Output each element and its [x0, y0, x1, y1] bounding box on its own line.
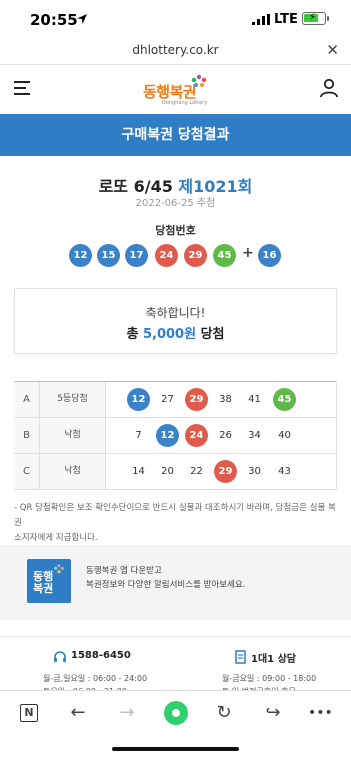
url-text[interactable]: dhlottery.co.kr: [0, 43, 351, 57]
app-promo-line: 동행복권 앱 다운받고: [86, 566, 162, 576]
divider: [0, 64, 351, 65]
more-icon[interactable]: •••: [308, 701, 333, 725]
network-type: LTE: [274, 12, 298, 27]
menu-icon[interactable]: [14, 81, 32, 95]
ticket-number: 27: [161, 394, 174, 405]
prize-amount: 5,000원: [142, 327, 197, 342]
headset-icon: [54, 651, 66, 662]
site-logo[interactable]: 동행복권 Donghang Lottery: [140, 72, 212, 110]
signal-icon: [252, 14, 270, 25]
divider: [0, 636, 351, 637]
ticket-result: 낙첨: [40, 454, 106, 489]
user-icon[interactable]: [319, 78, 339, 98]
ticket-letter: B: [14, 418, 40, 453]
bonus-ball: 16: [258, 244, 281, 267]
logo-subtext: Donghang Lottery: [162, 100, 208, 106]
winning-ball: 17: [125, 244, 148, 267]
winning-ball: 29: [184, 244, 207, 267]
winning-ball: 12: [69, 244, 92, 267]
site-header: 동행복권 Donghang Lottery: [0, 66, 351, 114]
logo-text: 동행복권: [143, 83, 197, 101]
ticket-number: 22: [190, 466, 203, 477]
matched-number-ball: 29: [185, 388, 208, 411]
result-summary-box: 축하합니다! 총 5,000원 당첨: [14, 288, 337, 354]
home-icon[interactable]: [164, 701, 188, 725]
chat-consult[interactable]: 1대1 상담: [251, 650, 296, 665]
ticket-number: 30: [248, 466, 261, 477]
ticket-number: 7: [135, 430, 142, 441]
ticket-number: 20: [161, 466, 174, 477]
table-row: A 5등당첨 12 27 29 38 41 45: [14, 382, 337, 418]
forward-arrow-icon[interactable]: →: [115, 701, 139, 725]
location-arrow-icon: [77, 14, 87, 24]
chat-hours-line: 월-금요일 : 09:00 - 18:00: [222, 674, 317, 683]
app-icon-text: 동행 복권: [33, 570, 54, 595]
winning-numbers-label: 당첨번호: [155, 224, 196, 237]
qr-notice: - QR 당첨확인은 보조 확인수단이므로 반드시 실물과 대조하시기 바라며,…: [14, 501, 339, 546]
ticket-number: 14: [132, 466, 145, 477]
ticket-number: 40: [278, 430, 291, 441]
ticket-number: 34: [248, 430, 261, 441]
ticket-number: 38: [219, 394, 232, 405]
page-title: 구매복권 당첨결과: [0, 114, 351, 156]
logo-mark-icon: [54, 564, 64, 574]
reload-icon[interactable]: ↻: [212, 701, 236, 725]
home-indicator: [112, 747, 239, 751]
naver-n-icon[interactable]: N: [20, 704, 38, 722]
matched-number-ball: 45: [273, 388, 296, 411]
ticket-letter: C: [14, 454, 40, 489]
app-promo-text: 동행복권 앱 다운받고 복권정보와 다양한 알림서비스를 받아보세요.: [86, 564, 245, 592]
prize-suffix: 당첨: [200, 327, 225, 342]
app-promo-line: 복권정보와 다양한 알림서비스를 받아보세요.: [86, 580, 246, 590]
qr-notice-line: - QR 당첨확인은 보조 확인수단이므로 반드시 실물과 대조하시기 바라며,…: [14, 503, 336, 528]
address-bar[interactable]: dhlottery.co.kr ✕: [0, 40, 351, 62]
bonus-plus: +: [242, 245, 254, 261]
ticket-result: 5등당첨: [40, 382, 106, 417]
ticket-result: 낙첨: [40, 418, 106, 453]
document-icon: [235, 650, 246, 664]
logo-mark-icon: [191, 74, 207, 87]
matched-number-ball: 12: [156, 424, 179, 447]
ticket-number: 43: [278, 466, 291, 477]
winning-ball: 45: [213, 244, 236, 267]
winning-ball: 15: [97, 244, 120, 267]
battery-icon: ⚡: [302, 12, 329, 25]
matched-number-ball: 29: [214, 460, 237, 483]
status-time: 20:55: [30, 11, 78, 29]
ticket-letter: A: [14, 382, 40, 417]
prize-prefix: 총: [126, 327, 139, 342]
table-row: C 낙첨 14 20 22 29 30 43: [14, 454, 337, 490]
draw-date: 2022-06-25 추첨: [135, 198, 216, 209]
share-icon[interactable]: ↪: [261, 701, 285, 725]
ticket-number: 41: [248, 394, 261, 405]
qr-notice-line: 소지자에게 지급합니다.: [14, 533, 98, 543]
close-icon[interactable]: ✕: [326, 41, 339, 59]
ticket-number: 26: [219, 430, 232, 441]
matched-number-ball: 24: [185, 424, 208, 447]
app-icon[interactable]: 동행 복권: [27, 559, 71, 603]
winning-ball: 24: [155, 244, 178, 267]
phone-hours-line: 월-금,일요일 : 06:00 - 24:00: [43, 674, 148, 683]
phone-number[interactable]: 1588-6450: [71, 650, 131, 661]
prize-total: 총 5,000원 당첨: [15, 323, 336, 342]
back-arrow-icon[interactable]: ←: [66, 701, 90, 725]
matched-number-ball: 12: [127, 388, 150, 411]
app-download-banner[interactable]: 동행 복권 동행복권 앱 다운받고 복권정보와 다양한 알림서비스를 받아보세요.: [0, 545, 351, 620]
status-bar: 20:55 LTE ⚡: [0, 0, 351, 36]
congrats-text: 축하합니다!: [145, 306, 206, 320]
table-row: B 낙첨 7 12 24 26 34 40: [14, 418, 337, 454]
